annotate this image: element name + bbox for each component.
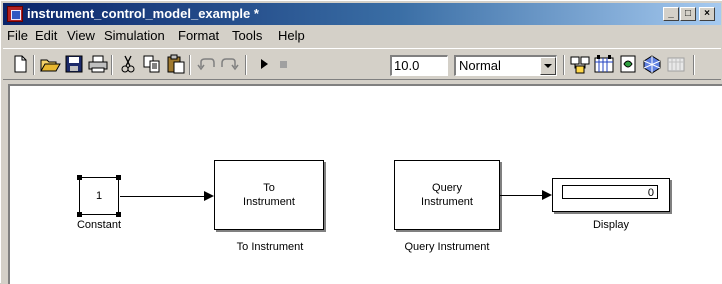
- copy-icon[interactable]: [141, 53, 163, 75]
- constant-label[interactable]: Constant: [66, 219, 132, 231]
- menu-format[interactable]: Format: [178, 28, 219, 43]
- model-explorer-icon[interactable]: [641, 53, 663, 75]
- signal-arrowhead: [542, 190, 552, 200]
- to-instrument-label[interactable]: To Instrument: [209, 241, 331, 253]
- close-button[interactable]: ×: [699, 7, 715, 21]
- toolbar-separator: [33, 55, 35, 75]
- toolbar-separator: [563, 55, 565, 75]
- minimize-button[interactable]: _: [663, 7, 679, 21]
- menu-edit[interactable]: Edit: [35, 28, 57, 43]
- window-title: instrument_control_model_example *: [27, 6, 259, 21]
- start-simulation-icon[interactable]: [253, 53, 275, 75]
- save-icon[interactable]: [63, 53, 85, 75]
- constant-block[interactable]: 1: [79, 177, 119, 215]
- query-instrument-block[interactable]: Query Instrument: [394, 160, 500, 230]
- simulation-mode-value: Normal: [459, 58, 501, 73]
- to-instrument-text-line1: To: [263, 182, 275, 194]
- display-value: 0: [562, 185, 658, 199]
- query-instrument-text-line2: Instrument: [421, 196, 473, 208]
- build-icon[interactable]: [569, 53, 591, 75]
- to-instrument-text-line2: Instrument: [243, 196, 295, 208]
- chevron-down-icon[interactable]: [540, 57, 556, 75]
- maximize-button[interactable]: □: [680, 7, 696, 21]
- query-instrument-label[interactable]: Query Instrument: [388, 241, 506, 253]
- simulation-mode-select[interactable]: Normal: [454, 55, 557, 76]
- redo-icon[interactable]: [219, 53, 241, 75]
- print-icon[interactable]: [87, 53, 109, 75]
- paste-icon[interactable]: [165, 53, 187, 75]
- simulink-app-icon[interactable]: [7, 6, 23, 22]
- selection-handle[interactable]: [116, 212, 121, 217]
- stop-time-input[interactable]: 10.0: [390, 55, 448, 76]
- simulink-window: instrument_control_model_example * _ □ ×…: [0, 0, 722, 284]
- undo-icon[interactable]: [195, 53, 217, 75]
- toolbar-separator: [111, 55, 113, 75]
- menu-view[interactable]: View: [67, 28, 95, 43]
- to-instrument-block[interactable]: To Instrument: [214, 160, 324, 230]
- menu-help[interactable]: Help: [278, 28, 305, 43]
- toolbar: 10.0 Normal: [3, 48, 721, 80]
- display-label[interactable]: Display: [578, 219, 644, 231]
- new-icon[interactable]: [9, 53, 31, 75]
- model-canvas[interactable]: 1 Constant To Instrument To Instrument Q…: [8, 84, 722, 284]
- toolbar-separator: [189, 55, 191, 75]
- selection-handle[interactable]: [116, 175, 121, 180]
- library-browser-icon[interactable]: [617, 53, 639, 75]
- query-instrument-text-line1: Query: [432, 182, 462, 194]
- menu-file[interactable]: File: [7, 28, 28, 43]
- signal-line[interactable]: [120, 196, 205, 197]
- title-bar[interactable]: instrument_control_model_example * _ □ ×: [3, 3, 721, 25]
- signal-line[interactable]: [500, 195, 543, 196]
- signal-arrowhead: [204, 191, 214, 201]
- open-icon[interactable]: [39, 53, 61, 75]
- toolbar-separator: [245, 55, 247, 75]
- selection-handle[interactable]: [77, 212, 82, 217]
- cut-icon[interactable]: [117, 53, 139, 75]
- display-block[interactable]: 0: [552, 178, 670, 212]
- stop-simulation-icon[interactable]: [273, 53, 295, 75]
- menu-tools[interactable]: Tools: [232, 28, 262, 43]
- debugger-icon[interactable]: [665, 53, 687, 75]
- toolbar-separator: [693, 55, 695, 75]
- menu-bar: File Edit View Simulation Format Tools H…: [3, 26, 721, 46]
- selection-handle[interactable]: [77, 175, 82, 180]
- update-diagram-icon[interactable]: [593, 53, 615, 75]
- menu-simulation[interactable]: Simulation: [104, 28, 165, 43]
- constant-value: 1: [95, 190, 103, 202]
